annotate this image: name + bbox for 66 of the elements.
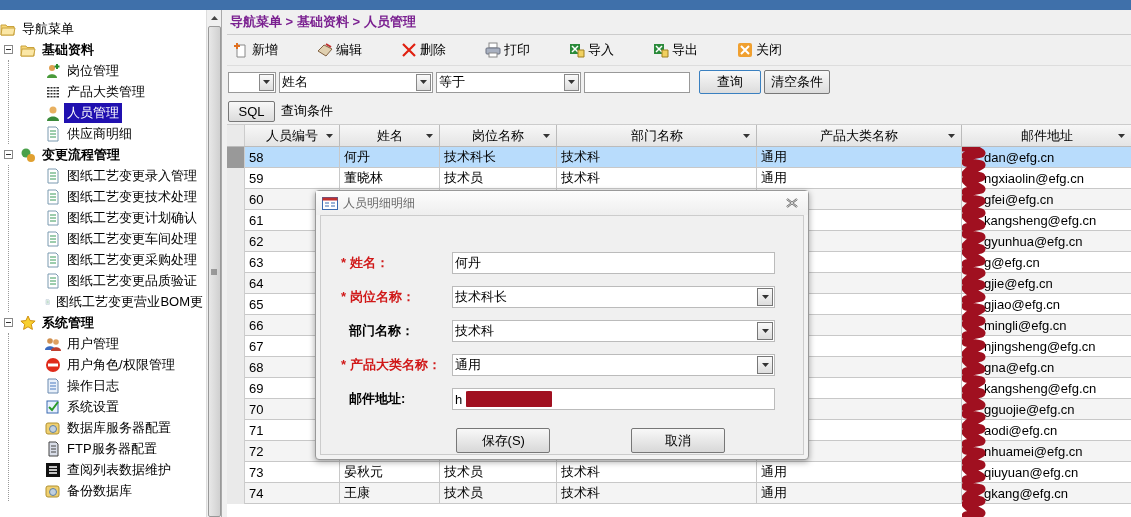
tree-item[interactable]: FTP服务器配置: [64, 438, 160, 459]
operator-dropdown[interactable]: 等于: [436, 71, 581, 93]
table-cell: 王康: [340, 483, 440, 504]
tree-item[interactable]: 图纸工艺变更车间处理: [64, 228, 200, 249]
field-label: * 岗位名称：: [341, 288, 416, 306]
tree-group[interactable]: 系统管理: [39, 312, 97, 333]
tree-item[interactable]: 操作日志: [64, 375, 122, 396]
tree-item[interactable]: 数据库服务器配置: [64, 417, 174, 438]
search-button[interactable]: 查询: [699, 70, 761, 94]
tree-item[interactable]: 备份数据库: [64, 480, 135, 501]
tree-item[interactable]: 用户管理: [64, 333, 122, 354]
table-cell: 技术员: [440, 483, 557, 504]
tree-item[interactable]: 人员管理: [64, 102, 122, 123]
toolbar-button[interactable]: 关闭: [735, 39, 819, 61]
tree-group[interactable]: 变更流程管理: [39, 144, 123, 165]
table-cell: 何丹: [340, 147, 440, 168]
toolbar-button[interactable]: 编辑: [315, 39, 399, 61]
field-label: 部门名称：: [348, 322, 415, 340]
tree-item[interactable]: 图纸工艺变更计划确认: [64, 207, 200, 228]
column-header[interactable]: 部门名称: [630, 126, 683, 145]
tree-item[interactable]: 用户角色/权限管理: [64, 354, 178, 375]
field-label: * 产品大类名称：: [341, 356, 442, 374]
dialog-button[interactable]: 取消: [630, 428, 725, 453]
toolbar-button[interactable]: 打印: [483, 39, 567, 61]
tree-item[interactable]: 图纸工艺变更采购处理: [64, 249, 200, 270]
dropdown-field[interactable]: 技术科长: [452, 286, 775, 308]
field-label: 邮件地址:: [348, 390, 407, 408]
sql-button[interactable]: SQL: [228, 100, 275, 122]
column-header[interactable]: 产品大类名称: [820, 126, 898, 145]
tree-item[interactable]: 图纸工艺变更录入管理: [64, 165, 200, 186]
table-cell: 技术科: [557, 147, 757, 168]
column-header[interactable]: 岗位名称: [472, 126, 524, 145]
tree-item[interactable]: 供应商明细: [64, 123, 135, 144]
dialog-title: 人员明细明细: [343, 194, 415, 212]
column-header[interactable]: 邮件地址: [1020, 126, 1073, 145]
table-cell: 通用: [757, 483, 962, 504]
breadcrumb: 导航菜单 > 基础资料 > 人员管理: [230, 13, 416, 31]
email-field[interactable]: h: [452, 388, 775, 410]
tree-item[interactable]: 产品大类管理: [64, 81, 148, 102]
tree-item[interactable]: 系统设置: [64, 396, 122, 417]
table-cell: 58: [245, 147, 340, 168]
dropdown-field[interactable]: 技术科: [452, 320, 775, 342]
dropdown-field[interactable]: 通用: [452, 354, 775, 376]
toolbar-button[interactable]: 新增: [231, 39, 315, 61]
table-cell: 通用: [757, 147, 962, 168]
field-dropdown[interactable]: 姓名: [279, 71, 433, 93]
column-header[interactable]: 姓名: [376, 126, 403, 145]
tree-item[interactable]: 图纸工艺变更技术处理: [64, 186, 200, 207]
dialog-button[interactable]: 保存(S): [456, 428, 551, 453]
table-cell: 技术科: [557, 483, 757, 504]
clear-button[interactable]: 清空条件: [764, 70, 830, 94]
toolbar-button[interactable]: 导出: [651, 39, 735, 61]
text-field[interactable]: 何丹: [452, 252, 775, 274]
field-label: * 姓名：: [341, 254, 390, 272]
tree-item[interactable]: 岗位管理: [64, 60, 122, 81]
table-cell: 74: [245, 483, 340, 504]
tree-item[interactable]: 查阅列表数据维护: [64, 459, 174, 480]
tree-item[interactable]: 图纸工艺变更营业BOM更: [53, 291, 206, 312]
condition-text: 查询条件: [281, 102, 333, 120]
toolbar-button[interactable]: 删除: [399, 39, 483, 61]
tree-item[interactable]: 图纸工艺变更品质验证: [64, 270, 200, 291]
tree-root[interactable]: 导航菜单: [19, 18, 77, 39]
toolbar-button[interactable]: 导入: [567, 39, 651, 61]
column-header[interactable]: 人员编号: [266, 126, 318, 145]
table-cell: 技术科长: [440, 147, 557, 168]
tree-group[interactable]: 基础资料: [39, 39, 97, 60]
